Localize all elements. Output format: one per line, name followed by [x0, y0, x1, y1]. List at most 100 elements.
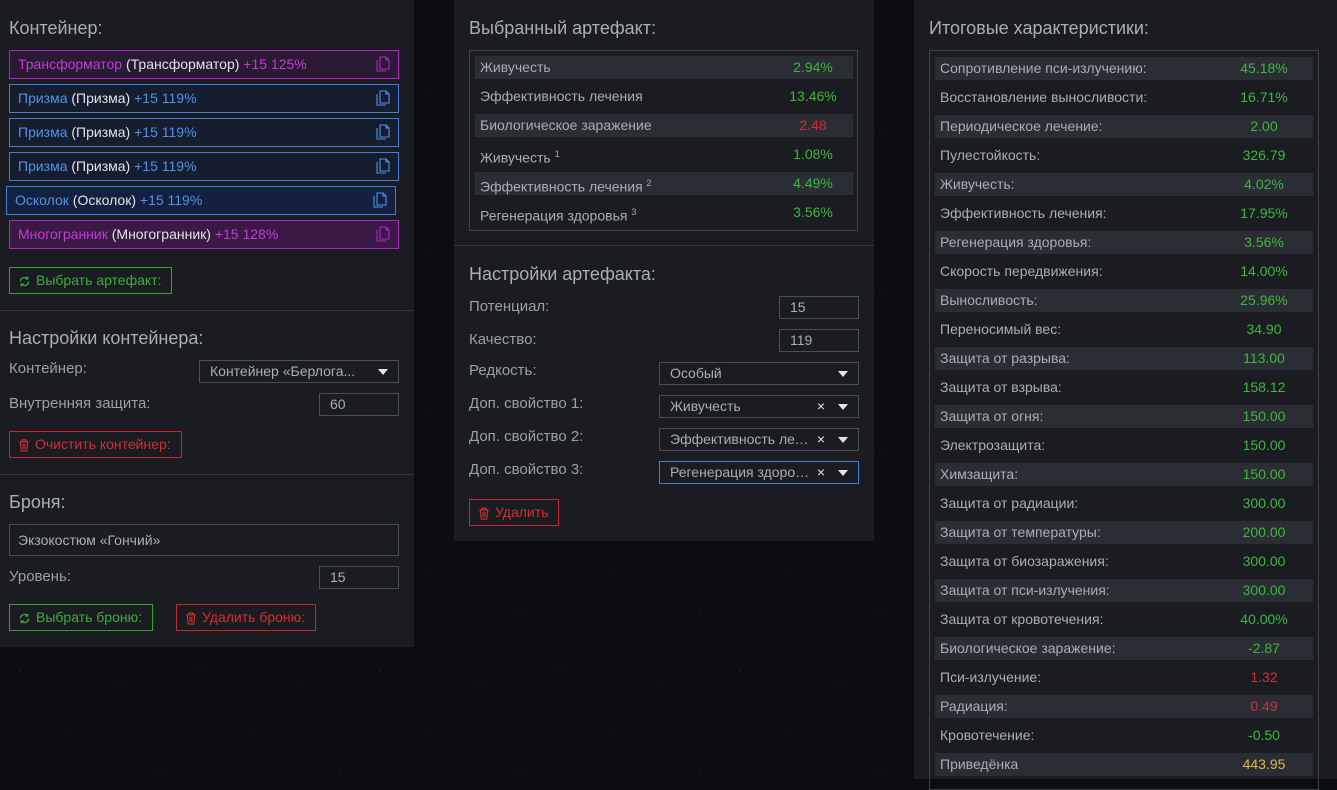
- stat-value: 443.95: [1242, 756, 1286, 772]
- clear-container-button[interactable]: Очистить контейнер:: [9, 431, 182, 458]
- delete-armor-button[interactable]: Удалить броню:: [176, 604, 317, 631]
- copy-icon[interactable]: [376, 56, 390, 72]
- artifact-slot[interactable]: Призма (Призма) +15 119%: [9, 84, 399, 113]
- artifact-slot[interactable]: Осколок (Осколок) +15 119%: [6, 186, 396, 215]
- stat-value: 326.79: [1242, 147, 1286, 163]
- clear-icon[interactable]: ×: [817, 396, 825, 417]
- stat-name: Восстановление выносливости:: [940, 89, 1148, 105]
- stat-value: 200.00: [1242, 524, 1286, 540]
- stat-row: Биологическое заражение 2.48: [475, 114, 853, 137]
- stat-name-text: Эффективность лечения: [480, 88, 643, 104]
- prop1-select[interactable]: Живучесть ×: [659, 395, 859, 418]
- stat-value: 2.94%: [793, 59, 833, 75]
- artifact-base: (Многогранник): [111, 226, 211, 242]
- artifact-settings-title: Настройки артефакта:: [469, 264, 656, 284]
- choose-artifact-button[interactable]: Выбрать артефакт:: [9, 267, 173, 294]
- stat-row: Периодическое лечение: 2.00: [935, 115, 1313, 138]
- copy-icon[interactable]: [376, 158, 390, 174]
- stat-value: 25.96%: [1240, 292, 1288, 308]
- stat-name: Защита от радиации:: [940, 495, 1079, 511]
- total-stats-panel: Итоговые характеристики: Сопротивление п…: [914, 0, 1337, 790]
- stat-value: 3.56%: [793, 204, 833, 220]
- prop1-label: Доп. свойство 1:: [469, 395, 584, 412]
- stat-value: 4.02%: [1244, 176, 1284, 192]
- stat-name-text: Живучесть: [480, 149, 551, 166]
- total-stats-title: Итоговые характеристики:: [929, 18, 1149, 38]
- artifact-name: Многогранник: [18, 226, 108, 242]
- container-label: Контейнер:: [9, 360, 87, 377]
- stat-name: Радиация:: [940, 698, 1008, 714]
- artifact-name: Осколок: [15, 192, 69, 208]
- trash-icon: [19, 439, 29, 452]
- artifact-level: +15 119%: [134, 158, 197, 174]
- stat-name: Химзащита:: [940, 466, 1019, 482]
- divider: [0, 310, 414, 311]
- clear-icon[interactable]: ×: [817, 429, 825, 450]
- copy-icon[interactable]: [376, 124, 390, 140]
- artifact-level: +15 119%: [139, 192, 203, 208]
- stat-row: Эффективность лечения 13.46%: [475, 85, 853, 108]
- stat-footnote: 1: [554, 149, 560, 159]
- stat-name: Биологическое заражение:: [940, 640, 1116, 656]
- stat-name: Защита от пси-излучения:: [940, 582, 1110, 598]
- artifact-slot[interactable]: Призма (Призма) +15 119%: [9, 152, 399, 181]
- copy-icon[interactable]: [376, 90, 390, 106]
- stat-row: Эффективность лечения: 17.95%: [935, 202, 1313, 225]
- stat-row: Биологическое заражение: -2.87: [935, 637, 1313, 660]
- stat-value: 3.56%: [1244, 234, 1284, 250]
- artifact-level: +15 128%: [214, 226, 279, 242]
- stat-row: Регенерация здоровья: 3.56%: [935, 231, 1313, 254]
- level-input[interactable]: 15: [319, 566, 399, 589]
- artifact-slot[interactable]: Призма (Призма) +15 119%: [9, 118, 399, 147]
- copy-icon[interactable]: [376, 226, 390, 242]
- clear-icon[interactable]: ×: [817, 462, 825, 483]
- artifact-level: +15 119%: [134, 124, 197, 140]
- trash-icon: [479, 507, 489, 520]
- armor-input[interactable]: Экзокостюм «Гончий»: [9, 524, 399, 556]
- stat-name: Пси-излучение:: [940, 669, 1042, 685]
- delete-artifact-button[interactable]: Удалить: [469, 499, 560, 526]
- stat-value: 1.08%: [793, 146, 833, 162]
- artifact-base: (Призма): [71, 158, 131, 174]
- stat-name: Пулестойкость:: [940, 147, 1041, 163]
- artifact-slot[interactable]: Трансформатор (Трансформатор) +15 125%: [9, 50, 399, 79]
- stat-value: 13.46%: [789, 88, 837, 104]
- stat-name: Защита от огня:: [940, 408, 1044, 424]
- stat-value: 150.00: [1242, 466, 1286, 482]
- artifact-slot[interactable]: Многогранник (Многогранник) +15 128%: [9, 220, 399, 249]
- prop3-select[interactable]: Регенерация здоровья ×: [659, 461, 859, 484]
- rarity-select[interactable]: Особый: [659, 362, 859, 385]
- inner-protection-input[interactable]: 60: [319, 393, 399, 416]
- stat-value: 14.00%: [1240, 263, 1288, 279]
- armor-title: Броня:: [9, 492, 66, 512]
- prop1-select-value: Живучесть: [670, 398, 741, 414]
- artifact-name: Призма: [18, 124, 68, 140]
- trash-icon: [186, 612, 196, 625]
- prop2-select[interactable]: Эффективность лечения ×: [659, 428, 859, 451]
- stat-row: Защита от пси-излучения: 300.00: [935, 579, 1313, 602]
- stat-name: Защита от температуры:: [940, 524, 1101, 540]
- stat-row: Защита от радиации: 300.00: [935, 492, 1313, 515]
- chevron-down-icon: [838, 404, 848, 410]
- container-select[interactable]: Контейнер «Берлога...: [199, 360, 399, 383]
- stat-name-text: Регенерация здоровья: [480, 207, 628, 224]
- stat-footnote: 2: [646, 178, 652, 188]
- quality-input[interactable]: 119: [779, 329, 859, 352]
- choose-armor-button[interactable]: Выбрать броню:: [9, 604, 153, 631]
- artifact-base: (Осколок): [72, 192, 136, 208]
- copy-icon[interactable]: [373, 192, 387, 208]
- stat-name-text: Биологическое заражение: [480, 117, 652, 133]
- stat-name-text: Эффективность лечения: [480, 178, 643, 195]
- stat-row: Электрозащита: 150.00: [935, 434, 1313, 457]
- stat-row: Переносимый вес: 34.90: [935, 318, 1313, 341]
- stat-row: Живучесть: 4.02%: [935, 173, 1313, 196]
- delete-armor-label: Удалить броню:: [202, 609, 306, 625]
- stat-value: 150.00: [1242, 437, 1286, 453]
- stat-name: Защита от взрыва:: [940, 379, 1062, 395]
- potential-input[interactable]: 15: [779, 296, 859, 319]
- stat-row: Защита от огня: 150.00: [935, 405, 1313, 428]
- stat-name: Регенерация здоровья:: [940, 234, 1092, 250]
- stat-value: -2.87: [1248, 640, 1280, 656]
- stat-row: Сопротивление пси-излучению: 45.18%: [935, 57, 1313, 80]
- stat-name-text: Живучесть: [480, 59, 551, 75]
